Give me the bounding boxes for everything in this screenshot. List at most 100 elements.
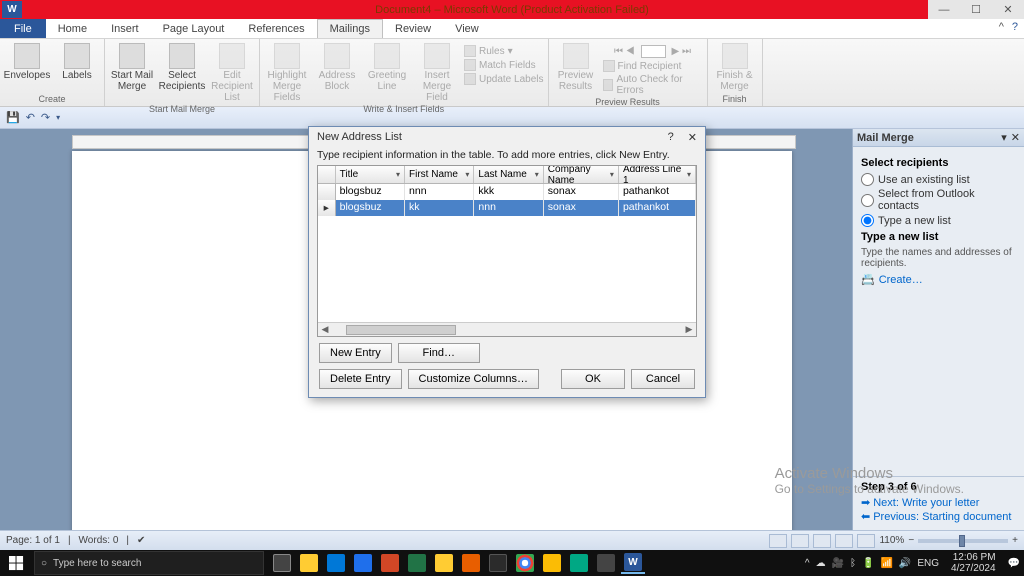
table-row[interactable]: blogsbuz nnn kkk sonax pathankot [318,184,696,200]
app-chat[interactable] [567,552,591,574]
tray-volume-icon[interactable]: 🔊 [899,558,911,569]
update-labels-button[interactable]: Update Labels [464,73,544,85]
start-mail-merge-button[interactable]: Start Mail Merge [109,41,155,92]
tab-mailings[interactable]: Mailings [317,19,383,38]
minimize-button[interactable]: — [928,0,960,19]
undo-icon[interactable]: ↶ [26,111,35,124]
notifications-icon[interactable]: 💬 [1008,558,1020,569]
insert-merge-field-button[interactable]: Insert Merge Field [414,41,460,103]
tray-overflow-icon[interactable]: ^ [805,558,810,569]
word-count[interactable]: Words: 0 [79,535,119,546]
app-excel[interactable] [405,552,429,574]
zoom-slider[interactable] [918,539,1008,543]
tray-battery-icon[interactable]: 🔋 [862,558,874,569]
app-chrome[interactable] [513,552,537,574]
match-fields-button[interactable]: Match Fields [464,59,544,71]
app-powerpoint[interactable] [378,552,402,574]
tab-references[interactable]: References [236,19,316,38]
prev-step-link[interactable]: ⬅Previous: Starting document [861,510,1016,523]
tab-page-layout[interactable]: Page Layout [151,19,237,38]
ok-button[interactable]: OK [561,369,625,389]
option-outlook-contacts[interactable]: Select from Outlook contacts [861,188,1016,212]
col-first-name[interactable]: First Name▾ [405,166,474,183]
app-obs[interactable] [486,552,510,574]
preview-results-button[interactable]: Preview Results [553,41,599,92]
col-last-name[interactable]: Last Name▾ [474,166,543,183]
find-button[interactable]: Find… [398,343,480,363]
file-tab[interactable]: File [0,19,46,38]
view-print-layout[interactable] [769,534,787,548]
tab-view[interactable]: View [443,19,491,38]
delete-entry-button[interactable]: Delete Entry [319,369,402,389]
find-recipient-button[interactable]: Find Recipient [603,60,703,72]
zoom-in-icon[interactable]: + [1012,535,1018,546]
app-store[interactable] [351,552,375,574]
view-draft[interactable] [857,534,875,548]
labels-button[interactable]: Labels [54,41,100,81]
app-explorer2[interactable] [432,552,456,574]
edit-recipient-list-button[interactable]: Edit Recipient List [209,41,255,103]
app-edge[interactable] [324,552,348,574]
zoom-level[interactable]: 110% [879,535,904,546]
customize-columns-button[interactable]: Customize Columns… [408,369,539,389]
tray-meet-now-icon[interactable]: 🎥 [832,558,844,569]
taskbar-search[interactable]: ○ Type here to search [34,551,264,575]
rules-button[interactable]: Rules ▾ [464,45,544,57]
option-existing-list[interactable]: Use an existing list [861,173,1016,186]
view-web-layout[interactable] [813,534,831,548]
option-type-new-list[interactable]: Type a new list [861,214,1016,227]
tab-review[interactable]: Review [383,19,443,38]
envelopes-button[interactable]: Envelopes [4,41,50,81]
app-word-running[interactable]: W [621,552,645,574]
dialog-title: New Address List [317,131,402,143]
close-button[interactable]: ✕ [992,0,1024,19]
app-chrome-canary[interactable] [540,552,564,574]
create-link[interactable]: 📇Create… [861,273,1016,286]
group-write-label: Write & Insert Fields [363,103,444,116]
auto-check-button[interactable]: Auto Check for Errors [603,74,703,96]
dialog-help-icon[interactable]: ? [668,131,674,144]
tray-onedrive-icon[interactable]: ☁ [816,558,826,569]
finish-merge-button[interactable]: Finish & Merge [712,41,758,92]
start-button[interactable] [0,550,32,576]
proofing-icon[interactable]: ✔ [137,535,145,546]
address-block-button[interactable]: Address Block [314,41,360,92]
zoom-out-icon[interactable]: − [908,535,914,546]
col-company[interactable]: Company Name▾ [544,166,619,183]
page-indicator[interactable]: Page: 1 of 1 [6,535,60,546]
app-system[interactable] [594,552,618,574]
tray-language[interactable]: ENG [917,558,939,569]
grid-h-scroll[interactable]: ◀▶ [318,322,696,336]
cancel-button[interactable]: Cancel [631,369,695,389]
next-step-link[interactable]: ➡Next: Write your letter [861,496,1016,509]
greeting-line-button[interactable]: Greeting Line [364,41,410,92]
highlight-merge-button[interactable]: Highlight Merge Fields [264,41,310,103]
select-recipients-button[interactable]: Select Recipients [159,41,205,92]
tray-wifi-icon[interactable]: 📶 [880,558,892,569]
save-icon[interactable]: 💾 [6,111,20,124]
qat-dropdown-icon[interactable]: ▾ [56,113,60,122]
col-address1[interactable]: Address Line 1▾ [619,166,696,183]
ribbon-minimize-icon[interactable]: ^ [999,21,1004,33]
pane-close-icon[interactable]: ✕ [1011,131,1020,144]
tray-bluetooth-icon[interactable]: ᛒ [850,558,856,569]
app-vlc[interactable] [459,552,483,574]
tab-insert[interactable]: Insert [99,19,151,38]
table-row[interactable]: ▸ blogsbuz kk nnn sonax pathankot [318,200,696,216]
pane-dropdown-icon[interactable]: ▾ [1001,131,1007,144]
dialog-close-icon[interactable]: ✕ [688,131,697,144]
view-outline[interactable] [835,534,853,548]
tab-home[interactable]: Home [46,19,99,38]
task-view-icon[interactable] [270,552,294,574]
help-icon[interactable]: ? [1012,21,1018,33]
new-entry-button[interactable]: New Entry [319,343,392,363]
app-explorer[interactable] [297,552,321,574]
clock[interactable]: 12:06 PM 4/27/2024 [945,552,1002,574]
maximize-button[interactable]: ☐ [960,0,992,19]
address-grid[interactable]: Title▾ First Name▾ Last Name▾ Company Na… [317,165,697,337]
view-full-screen[interactable] [791,534,809,548]
record-nav[interactable]: ⏮ ◀ ▶ ⏭ [603,45,703,58]
create-icon: 📇 [861,273,875,286]
redo-icon[interactable]: ↷ [41,111,50,124]
col-title[interactable]: Title▾ [336,166,405,183]
